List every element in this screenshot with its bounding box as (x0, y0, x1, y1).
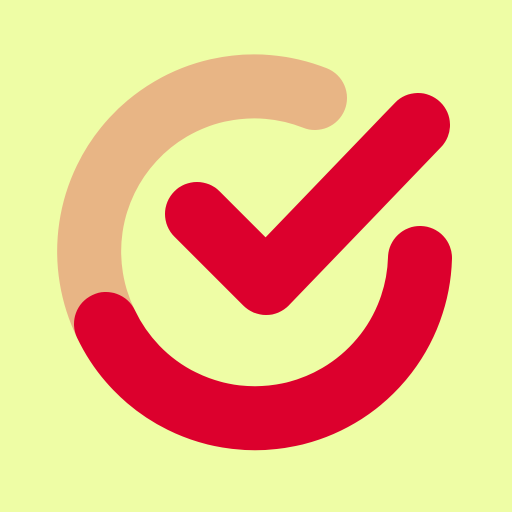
app-icon-canvas (0, 0, 512, 512)
checkmark-ring-icon (0, 0, 512, 512)
